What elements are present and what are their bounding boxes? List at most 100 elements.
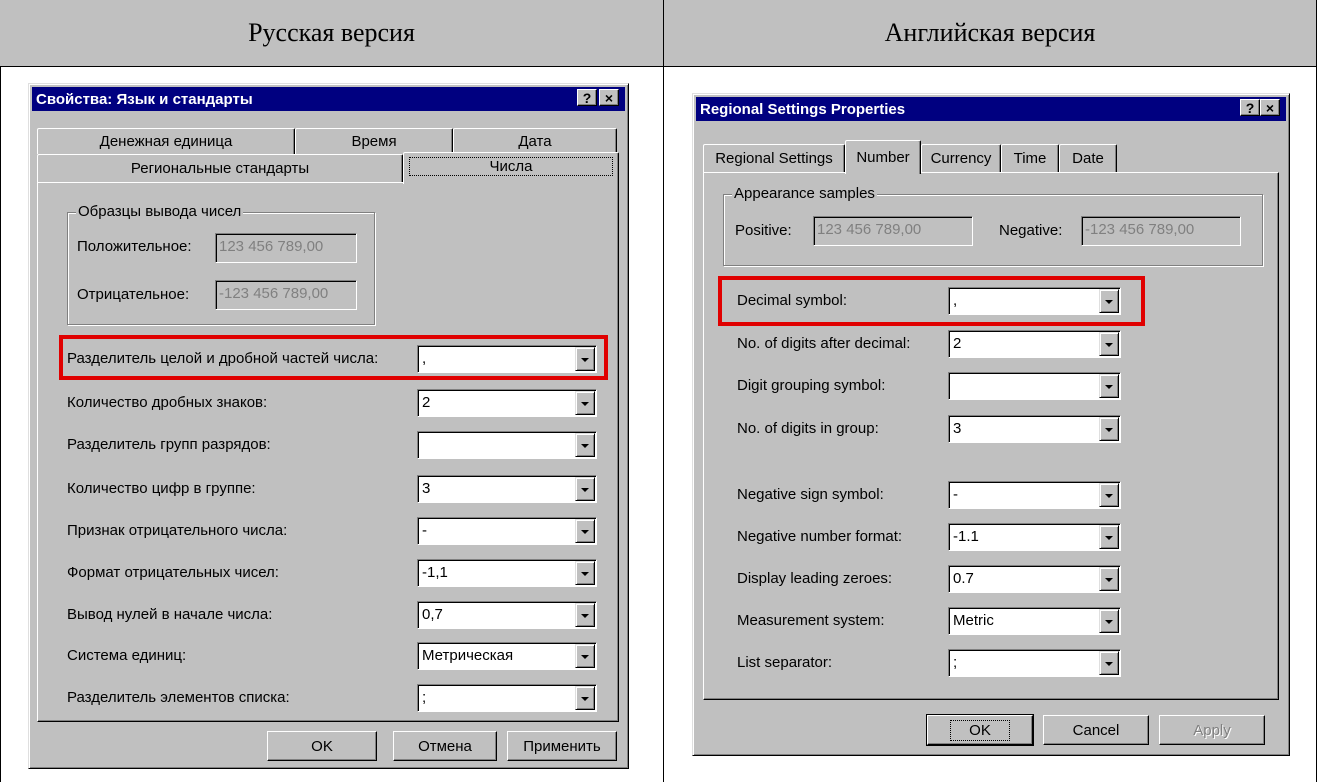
chevron-down-icon[interactable] [1099, 483, 1119, 507]
ru-list-sep-combo[interactable]: ; [417, 684, 597, 712]
en-tab-date[interactable]: Date [1059, 144, 1117, 172]
ru-tab-date[interactable]: Дата [453, 128, 617, 154]
en-decimal-label: Decimal symbol: [737, 292, 848, 309]
chevron-down-icon[interactable] [575, 433, 595, 457]
ru-close-button[interactable]: × [599, 89, 619, 106]
ru-grouping-combo[interactable] [417, 431, 597, 459]
en-measure-combo[interactable]: Metric [948, 607, 1121, 635]
en-ok-button[interactable]: OK [926, 714, 1034, 746]
ru-dialog: Свойства: Язык и стандарты ? × Денежная … [28, 83, 629, 769]
en-tab-regional[interactable]: Regional Settings [703, 144, 845, 172]
en-tab-number-label: Number [856, 149, 910, 166]
ru-tab-regional[interactable]: Региональные стандарты [37, 154, 403, 182]
en-titlebar[interactable]: Regional Settings Properties [696, 97, 1286, 121]
en-tab-number[interactable]: Number [845, 140, 921, 174]
en-dialog: Regional Settings Properties ? × Regiona… [692, 93, 1290, 756]
en-neg-format-combo[interactable]: -1.1 [948, 523, 1121, 551]
chevron-down-icon[interactable] [575, 347, 595, 371]
chevron-down-icon[interactable] [575, 644, 595, 668]
en-positive-label: Positive: [735, 222, 792, 239]
ru-list-sep-label: Разделитель элементов списка: [67, 689, 290, 706]
ru-tab-numbers[interactable]: Числа [403, 152, 619, 184]
en-ok-label: OK [950, 719, 1010, 741]
en-group-size-value: 3 [953, 420, 962, 437]
ru-group-size-combo[interactable]: 3 [417, 475, 597, 503]
en-list-sep-combo[interactable]: ; [948, 649, 1121, 677]
ru-group-size-value: 3 [422, 480, 431, 497]
ru-digits-value: 2 [422, 394, 431, 411]
en-help-button[interactable]: ? [1240, 99, 1260, 116]
en-cancel-button[interactable]: Cancel [1043, 715, 1149, 745]
chevron-down-icon[interactable] [1099, 289, 1119, 313]
help-icon: ? [582, 89, 592, 106]
en-tab-time-label: Time [1013, 150, 1047, 167]
chevron-down-icon[interactable] [575, 561, 595, 585]
ru-apply-button[interactable]: Применить [507, 731, 617, 761]
en-leading-zero-label: Display leading zeroes: [737, 570, 893, 587]
ru-leading-zero-combo[interactable]: 0,7 [417, 601, 597, 629]
ru-neg-format-value: -1,1 [422, 564, 448, 581]
en-tab-time[interactable]: Time [1001, 144, 1059, 172]
ru-titlebar[interactable]: Свойства: Язык и стандарты [32, 87, 625, 111]
ru-measure-combo[interactable]: Метрическая [417, 642, 597, 670]
ru-ok-button[interactable]: OK [267, 731, 377, 761]
en-digits-label: No. of digits after decimal: [737, 335, 911, 352]
chevron-down-icon[interactable] [575, 603, 595, 627]
chevron-down-icon[interactable] [575, 477, 595, 501]
en-close-button[interactable]: × [1260, 99, 1280, 116]
en-apply-button[interactable]: Apply [1159, 715, 1265, 745]
chevron-down-icon[interactable] [575, 686, 595, 710]
ru-measure-value: Метрическая [422, 647, 514, 664]
en-group-size-combo[interactable]: 3 [948, 415, 1121, 443]
chevron-down-icon[interactable] [1099, 525, 1119, 549]
ru-positive-sample: 123 456 789,00 [215, 233, 357, 263]
ru-digits-label: Количество дробных знаков: [67, 394, 268, 411]
en-list-sep-value: ; [953, 654, 958, 671]
en-measure-label: Measurement system: [737, 612, 885, 629]
header-english-version: Английская версия [664, 0, 1317, 67]
chevron-down-icon[interactable] [575, 391, 595, 415]
ru-ok-label: OK [311, 737, 333, 755]
en-tab-currency[interactable]: Currency [921, 144, 1001, 172]
ru-neg-sign-label: Признак отрицательного числа: [67, 522, 288, 539]
ru-tab-regional-label: Региональные стандарты [130, 160, 310, 177]
en-decimal-value: , [953, 292, 958, 309]
chevron-down-icon[interactable] [1099, 609, 1119, 633]
chevron-down-icon[interactable] [1099, 567, 1119, 591]
ru-cancel-label: Отмена [418, 737, 472, 755]
ru-apply-label: Применить [523, 737, 601, 755]
chevron-down-icon[interactable] [575, 519, 595, 543]
en-list-sep-label: List separator: [737, 654, 833, 671]
chevron-down-icon[interactable] [1099, 651, 1119, 675]
en-positive-sample: 123 456 789,00 [813, 216, 973, 246]
ru-neg-sign-combo[interactable]: - [417, 517, 597, 545]
ru-help-button[interactable]: ? [577, 89, 597, 106]
ru-neg-format-combo[interactable]: -1,1 [417, 559, 597, 587]
ru-tab-date-label: Дата [518, 133, 552, 150]
en-neg-sign-label: Negative sign symbol: [737, 486, 884, 503]
ru-leading-zero-value: 0,7 [422, 606, 443, 623]
ru-negative-sample: -123 456 789,00 [215, 280, 357, 310]
chevron-down-icon[interactable] [1099, 374, 1119, 398]
ru-decimal-value: , [422, 350, 427, 367]
en-leading-zero-combo[interactable]: 0.7 [948, 565, 1121, 593]
ru-tab-time[interactable]: Время [295, 128, 453, 154]
en-grouping-label: Digit grouping symbol: [737, 377, 886, 394]
en-neg-sign-combo[interactable]: - [948, 481, 1121, 509]
ru-neg-format-label: Формат отрицательных чисел: [67, 564, 279, 581]
header-russian-version: Русская версия [0, 0, 664, 67]
ru-cancel-button[interactable]: Отмена [393, 731, 497, 761]
en-digits-combo[interactable]: 2 [948, 330, 1121, 358]
help-icon: ? [1245, 99, 1255, 116]
en-samples-legend: Appearance samples [732, 185, 877, 202]
en-grouping-combo[interactable] [948, 372, 1121, 400]
ru-measure-label: Система единиц: [67, 647, 187, 664]
ru-tab-currency[interactable]: Денежная единица [37, 128, 295, 154]
chevron-down-icon[interactable] [1099, 417, 1119, 441]
en-apply-label: Apply [1193, 721, 1231, 739]
ru-group-size-label: Количество цифр в группе: [67, 480, 256, 497]
ru-digits-combo[interactable]: 2 [417, 389, 597, 417]
en-decimal-combo[interactable]: , [948, 287, 1121, 315]
chevron-down-icon[interactable] [1099, 332, 1119, 356]
ru-decimal-combo[interactable]: , [417, 345, 597, 373]
